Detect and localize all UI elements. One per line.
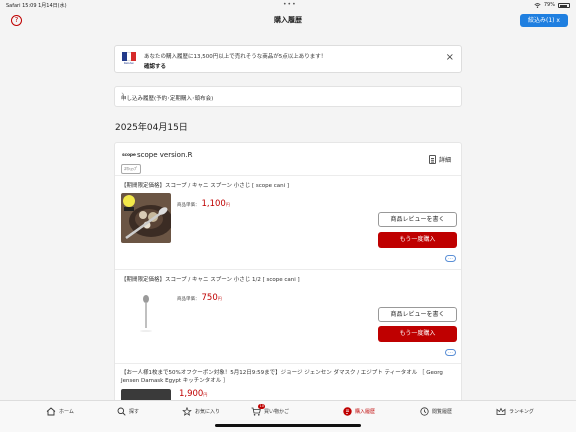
home-icon — [46, 407, 56, 416]
battery-percent: 79% — [543, 2, 555, 8]
filter-label: 絞込み(1) — [528, 17, 555, 24]
tab-cart[interactable]: 10 買い物かご — [251, 404, 290, 416]
order-detail-button[interactable]: 詳細 — [428, 155, 451, 164]
tab-label: 買い物かご — [264, 409, 290, 415]
applications-history-row[interactable]: 申し込み履歴(予約･定期購入･頒布会) › — [114, 86, 462, 107]
tab-search[interactable]: 探す — [117, 407, 139, 416]
write-review-button[interactable]: 商品レビューを書く — [378, 307, 457, 322]
detail-label: 詳細 — [438, 157, 451, 164]
tab-label: ランキング — [509, 409, 534, 415]
item-price: 商品単価： 1,100円 — [177, 199, 230, 209]
star-icon — [182, 407, 192, 416]
status-bar: Safari 15:09 1月14日(水) ••• 79% — [0, 0, 576, 10]
write-review-button[interactable]: 商品レビューを書く — [378, 212, 457, 227]
item-image-spoon-half[interactable] — [121, 287, 171, 337]
banner-confirm-link[interactable]: 確認する — [144, 62, 166, 70]
price-value: 750 — [201, 293, 218, 303]
item-price: 1,900円 — [177, 389, 207, 399]
tab-favorites[interactable]: お気に入り — [182, 407, 220, 416]
price-unit: 円 — [217, 296, 222, 301]
history-icon — [420, 407, 429, 416]
divider — [115, 175, 461, 176]
app-page: Safari 15:09 1月14日(水) ••• 79% ? 購入履歴 絞込み… — [0, 0, 576, 432]
receipt-icon — [343, 407, 352, 416]
tab-label: ホーム — [59, 409, 74, 415]
item-image-spoon-small[interactable] — [121, 193, 171, 243]
price-label: 商品単価： — [177, 297, 200, 302]
tab-label: お気に入り — [195, 409, 221, 415]
item-price: 商品単価： 750円 — [177, 293, 222, 303]
divider — [115, 269, 461, 270]
close-icon[interactable]: × — [446, 53, 454, 63]
tab-label: 閲覧履歴 — [432, 409, 453, 415]
bottom-tab-bar: ホーム 探す お気に入り 10 買い物かご 購入履歴 閲覧履歴 ランキング — [0, 400, 576, 432]
tab-label: 購入履歴 — [355, 409, 376, 415]
order-date: 2025年04月15日 — [115, 123, 188, 133]
logo-text: Rakuten — [123, 62, 135, 65]
tab-ranking[interactable]: ランキング — [496, 407, 534, 416]
price-label: 商品単価： — [177, 203, 200, 208]
wifi-icon — [534, 2, 541, 8]
shop-logo: scope — [122, 153, 136, 158]
price-value: 1,900 — [179, 389, 204, 399]
date-label: 1月14日(水) — [38, 3, 67, 9]
buy-again-button[interactable]: もう一度購入 — [378, 232, 457, 248]
price-unit: 円 — [225, 202, 230, 207]
chevron-right-icon: › — [121, 90, 125, 100]
filter-clear-icon: x — [556, 17, 560, 24]
item-title[interactable]: 【期間限定価格】スコープ / キャニ スプーン 小さじ [ scope cani… — [121, 182, 451, 190]
browser-label: Safari — [6, 3, 21, 9]
clock: 15:09 — [22, 3, 37, 9]
divider — [115, 363, 461, 364]
order-card: scope scope version.R ｽﾏｼｮｯﾌﾟ 詳細 【期間限定価格… — [114, 142, 462, 408]
price-unit: 円 — [203, 392, 208, 397]
banner-message: あなたの購入履歴に13,500円以上で売れそうな商品が5点以上あります！ — [144, 54, 327, 60]
buy-again-button[interactable]: もう一度購入 — [378, 326, 457, 342]
crown-icon — [496, 407, 506, 415]
search-icon — [117, 407, 126, 416]
shop-name[interactable]: scope version.R — [137, 151, 192, 159]
more-options-icon[interactable]: … — [445, 255, 456, 262]
tab-browsing-history[interactable]: 閲覧履歴 — [420, 407, 452, 416]
rakuten-logo: Rakuten — [122, 52, 137, 68]
resale-banner[interactable]: Rakuten あなたの購入履歴に13,500円以上で売れそうな商品が5点以上あ… — [114, 45, 462, 73]
filter-button[interactable]: 絞込み(1) x — [520, 14, 568, 27]
battery-icon — [558, 2, 570, 8]
tab-label: 探す — [129, 409, 140, 415]
item-title[interactable]: 【お一人様1枚まで50%オフクーポン対象！5月12日9:59まで】ジョージ ジェ… — [121, 369, 451, 385]
status-left: Safari 15:09 1月14日(水) — [6, 2, 67, 9]
more-options-icon[interactable]: … — [445, 349, 456, 356]
document-icon — [428, 155, 436, 164]
flag-icon — [122, 52, 137, 61]
multitask-dots[interactable]: ••• — [283, 1, 297, 8]
tab-purchase-history[interactable]: 購入履歴 — [343, 407, 375, 416]
tab-home[interactable]: ホーム — [46, 407, 74, 416]
price-value: 1,100 — [201, 199, 226, 209]
home-indicator[interactable] — [215, 424, 361, 427]
item-title[interactable]: 【期間限定価格】スコープ / キャニ スプーン 小さじ 1/2 [ scope … — [121, 276, 451, 284]
page-title: 購入履歴 — [274, 16, 302, 24]
top-header: ? 購入履歴 絞込み(1) x — [0, 10, 576, 32]
status-right: 79% — [534, 2, 570, 8]
smartphone-shop-badge: ｽﾏｼｮｯﾌﾟ — [121, 164, 141, 174]
